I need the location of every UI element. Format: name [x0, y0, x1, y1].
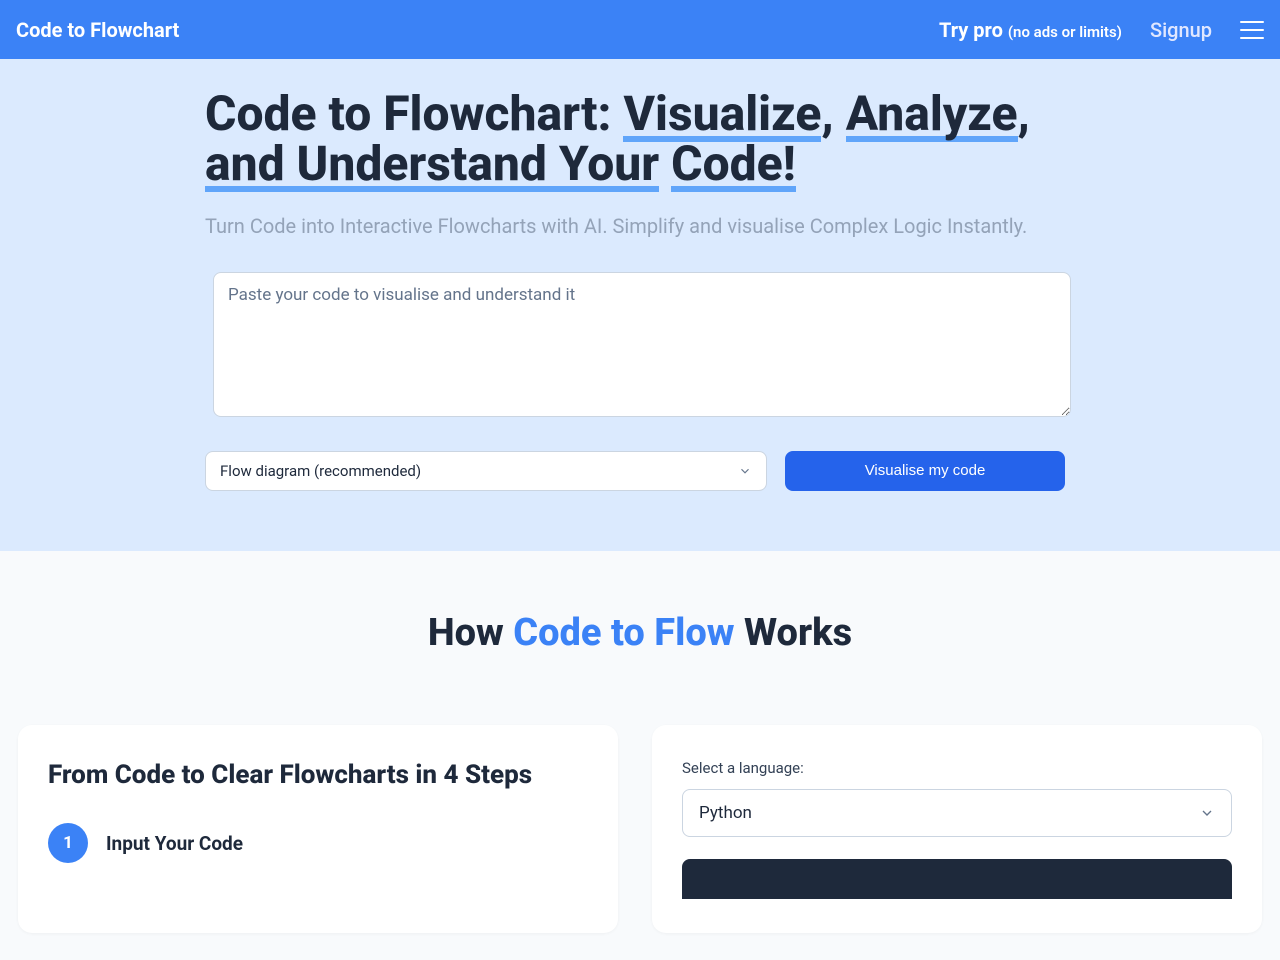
how-title: How Code to Flow Works — [0, 611, 1280, 655]
try-pro-main: Try pro — [939, 18, 1003, 42]
hero-title-space — [659, 135, 671, 192]
step-label-1: Input Your Code — [106, 832, 243, 855]
how-title-pre: How — [428, 611, 513, 655]
hamburger-icon[interactable] — [1240, 21, 1264, 39]
code-preview-panel — [682, 859, 1232, 899]
how-title-post: Works — [735, 611, 853, 655]
diagram-type-select[interactable]: Flow diagram (recommended) — [205, 451, 767, 491]
language-select[interactable]: Python — [682, 789, 1232, 837]
hero-title: Code to Flowchart: Visualize, Analyze, a… — [205, 89, 1075, 190]
steps-card: From Code to Clear Flowcharts in 4 Steps… — [18, 725, 618, 933]
diagram-type-select-wrap: Flow diagram (recommended) — [205, 451, 767, 491]
hero-title-seg3: and Understand Your — [205, 135, 659, 192]
how-title-accent: Code to Flow — [513, 611, 734, 655]
hero-controls-row: Flow diagram (recommended) Visualise my … — [205, 451, 1075, 491]
hero-title-prefix: Code to Flowchart: — [205, 85, 623, 142]
hero-title-comma2: , — [1018, 85, 1030, 142]
hero-section: Code to Flowchart: Visualize, Analyze, a… — [0, 59, 1280, 551]
how-section: How Code to Flow Works From Code to Clea… — [0, 551, 1280, 933]
cards-row: From Code to Clear Flowcharts in 4 Steps… — [0, 725, 1280, 933]
logo[interactable]: Code to Flowchart — [16, 18, 179, 42]
try-pro-link[interactable]: Try pro (no ads or limits) — [939, 18, 1122, 42]
diagram-type-value: Flow diagram (recommended) — [220, 462, 421, 480]
hero-title-comma: , — [821, 85, 845, 142]
signup-link[interactable]: Signup — [1150, 18, 1212, 42]
try-pro-sub: (no ads or limits) — [1008, 23, 1122, 41]
chevron-down-icon — [1199, 805, 1215, 821]
hero-subtitle: Turn Code into Interactive Flowcharts wi… — [205, 212, 1075, 240]
code-input[interactable] — [213, 272, 1071, 417]
visualise-button[interactable]: Visualise my code — [785, 451, 1065, 491]
chevron-down-icon — [738, 464, 752, 478]
header-right: Try pro (no ads or limits) Signup — [939, 18, 1264, 42]
header: Code to Flowchart Try pro (no ads or lim… — [0, 0, 1280, 59]
hero-title-seg1: Visualize — [623, 85, 821, 142]
language-value: Python — [699, 803, 752, 823]
step-row-1: 1 Input Your Code — [48, 823, 588, 863]
hero-title-seg4: Code! — [671, 135, 796, 192]
language-label: Select a language: — [682, 759, 1232, 777]
language-card: Select a language: Python — [652, 725, 1262, 933]
steps-card-title: From Code to Clear Flowcharts in 4 Steps — [48, 759, 588, 792]
step-number-1: 1 — [48, 823, 88, 863]
hero-title-seg2: Analyze — [846, 85, 1018, 142]
